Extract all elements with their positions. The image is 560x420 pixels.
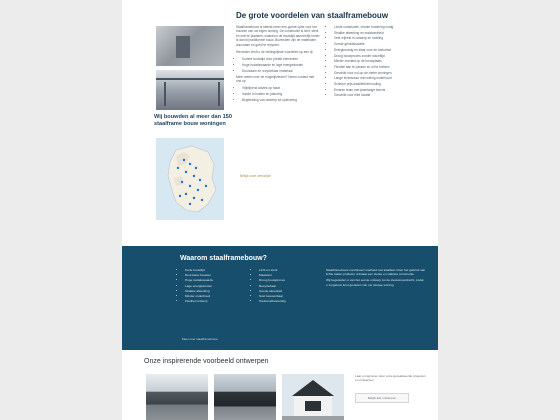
map-marker: [204, 184, 208, 188]
list-item: Duurzaam en recyclebaar materiaal: [242, 69, 320, 73]
page: Wij bouwden al meer dan 150 staalframe b…: [122, 0, 438, 420]
map-marker: [182, 158, 186, 162]
list-item: Lange levensduur met weinig onderhoud: [334, 76, 424, 80]
intro-paragraph-2: Hieronder vindt u de belangrijkste voord…: [236, 50, 314, 55]
list-item: Geschikt voor elke locatie: [334, 93, 424, 97]
map-marker: [192, 196, 196, 200]
map-marker: [188, 162, 192, 166]
band-paragraph: Staalframebouw combineert snelheid met k…: [326, 268, 426, 277]
band-title: Waarom staalframebouw?: [180, 255, 267, 262]
list-item: Geschikt voor nul-op-de-meter woningen: [334, 71, 424, 75]
map-marker: [184, 170, 188, 174]
list-item: Snel bewoonbaar: [259, 294, 310, 298]
map-marker: [192, 174, 196, 178]
list-item: Ervaren team met jarenlange kennis: [334, 88, 424, 92]
more-about-button[interactable]: Meer over staalframebouw: [182, 337, 218, 341]
list-item: Toekomstbestendig: [259, 299, 310, 303]
roof: [292, 380, 334, 396]
list-item: Recyclebaar: [259, 284, 310, 288]
construction-photo: [156, 70, 224, 110]
house-photo-1[interactable]: [146, 374, 208, 420]
ground: [282, 416, 344, 420]
list-item: Hoge isolatiewaarde: [185, 278, 238, 282]
list-item: Licht en sterk: [259, 268, 310, 272]
inspiration-section: Onze inspirerende voorbeeld ontwerpen La…: [122, 350, 438, 420]
benefits-section: Wij bouwden al meer dan 150 staalframe b…: [122, 0, 438, 246]
benefits-list: Kortere bouwtijd door prefab elementen H…: [236, 57, 320, 73]
list-item: Goede geluidsisolatie: [334, 42, 424, 46]
house-photo-2[interactable]: [214, 374, 276, 420]
list-item: Droog bouwproces: [259, 278, 310, 282]
list-item: Strakke afwerking en maatvastheid: [334, 31, 424, 35]
band-paragraph: Wij begeleiden u van het eerste ontwerp …: [326, 278, 424, 287]
map-marker: [188, 184, 192, 188]
map-marker: [188, 202, 192, 206]
band-column-2: Licht en sterk Maatvast Droog bouwproces…: [254, 268, 310, 304]
list-item: Maatvast: [259, 273, 310, 277]
list-item: Veel vrijheid in ontwerp en indeling: [334, 36, 424, 40]
map-marker: [178, 194, 182, 198]
list-item: Droog bouwproces zonder wachttijd: [334, 54, 424, 58]
map-marker: [196, 188, 200, 192]
benefits-right-column: Lichte constructie, minder fundering nod…: [328, 25, 424, 99]
benefits-list-2: Vrijblijvend advies op maat Inzicht in k…: [236, 86, 320, 102]
map-marker: [200, 198, 204, 202]
house-photo-3[interactable]: [282, 374, 344, 420]
list-item: Flexibel ontwerp: [185, 299, 238, 303]
map-marker: [180, 180, 184, 184]
list-item: Inzicht in kosten en planning: [242, 92, 320, 96]
map-marker: [194, 166, 198, 170]
list-item: Begeleiding van ontwerp tot oplevering: [242, 98, 320, 102]
list-item: Goede akoestiek: [259, 289, 310, 293]
list-item: Scherpe prijs-kwaliteitverhouding: [334, 82, 424, 86]
list-item: Minder overlast op de bouwplaats: [334, 59, 424, 63]
section-title: De grote voordelen van staalframebouw: [236, 11, 389, 20]
interior-photo: [156, 26, 224, 66]
list-item: Korte bouwtijd: [185, 268, 238, 272]
list-item: Vrijblijvend advies op maat: [242, 86, 320, 90]
benefits-list-right: Lichte constructie, minder fundering nod…: [328, 25, 424, 98]
window: [305, 401, 321, 411]
why-steelframe-band: Waarom staalframebouw? Korte bouwtijd Du…: [122, 246, 438, 350]
workflow-link[interactable]: Bekijk onze werkwijze: [240, 174, 271, 178]
view-designs-button[interactable]: Bekijk alle ontwerpen: [355, 393, 409, 403]
list-item: Kortere bouwtijd door prefab elementen: [242, 57, 320, 61]
list-item: Strakke afwerking: [185, 289, 238, 293]
map-marker: [198, 178, 202, 182]
benefits-left-column: Staalframebouw is steeds meer een goede …: [236, 25, 320, 103]
inspiration-title: Onze inspirerende voorbeeld ontwerpen: [144, 358, 269, 365]
list-item: Hoge isolatiewaarde en lage energiekoste…: [242, 63, 320, 67]
intro-paragraph: Staalframebouw is steeds meer een goede …: [236, 25, 320, 47]
netherlands-map[interactable]: [156, 138, 224, 220]
map-title: Wij bouwden al meer dan 150 staalframe b…: [154, 114, 232, 127]
map-svg: [156, 138, 224, 220]
inspiration-text: Laat u inspireren door onze gerealiseerd…: [355, 374, 426, 383]
map-marker: [176, 166, 180, 170]
band-column-3: Staalframebouw combineert snelheid met k…: [326, 268, 426, 289]
intro-paragraph-3: Meer weten over de mogelijkheden? Neem c…: [236, 74, 315, 83]
list-item: Flexibel aan te passen en uit te breiden: [334, 65, 424, 69]
band-column-1: Korte bouwtijd Duurzaam bouwen Hoge isol…: [180, 268, 238, 304]
map-marker: [184, 192, 188, 196]
list-item: Lichte constructie, minder fundering nod…: [334, 25, 424, 29]
list-item: Lage energiekosten: [185, 284, 238, 288]
list-item: Minder onderhoud: [185, 294, 238, 298]
list-item: Energiezuinig en klaar voor de toekomst: [334, 48, 424, 52]
list-item: Duurzaam bouwen: [185, 273, 238, 277]
